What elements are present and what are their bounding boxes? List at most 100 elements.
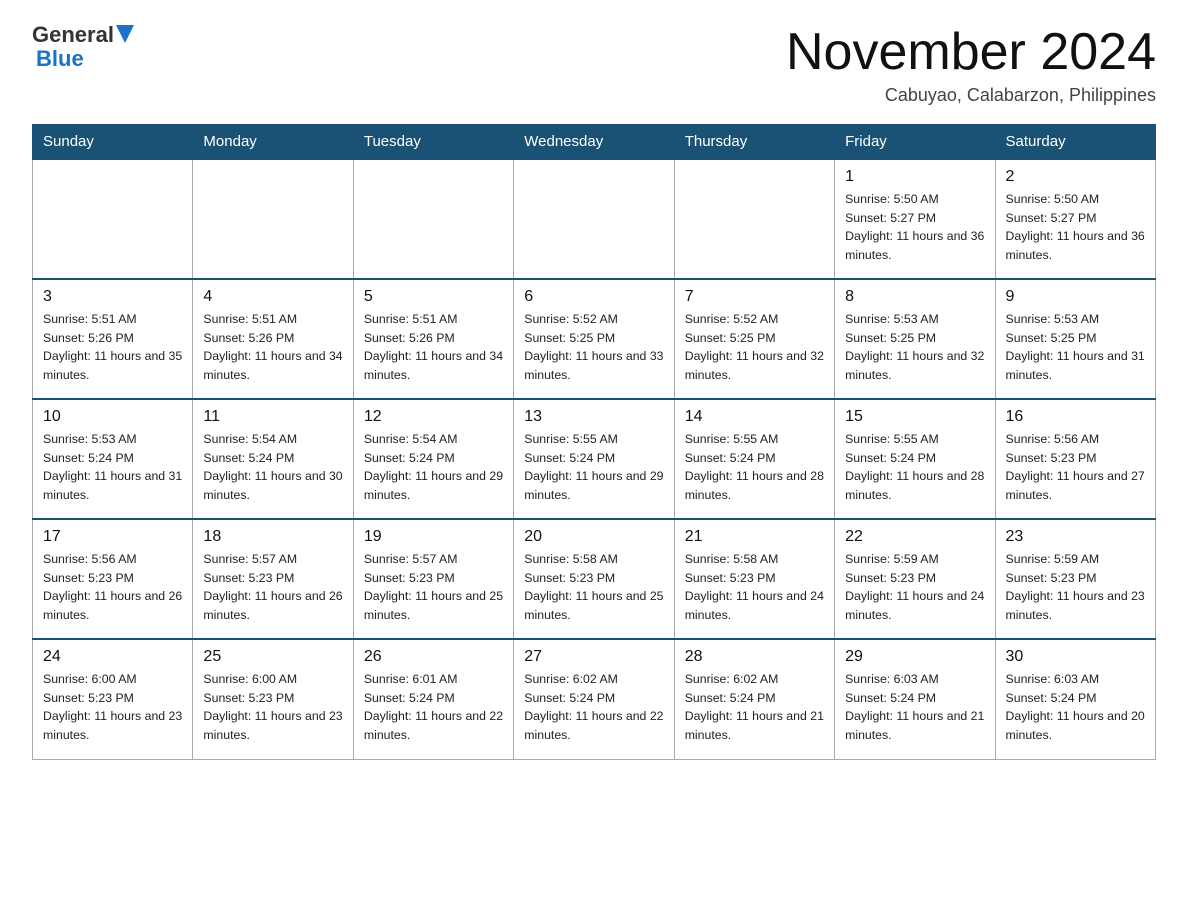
day-number: 3 bbox=[43, 288, 182, 306]
day-cell: 15 Sunrise: 5:55 AM Sunset: 5:24 PM Dayli… bbox=[835, 399, 995, 519]
logo-triangle-icon bbox=[116, 25, 134, 43]
weekday-header-wednesday: Wednesday bbox=[514, 125, 674, 160]
day-number: 11 bbox=[203, 408, 342, 426]
day-info: Sunrise: 6:00 AM Sunset: 5:23 PM Dayligh… bbox=[203, 670, 342, 744]
day-number: 25 bbox=[203, 648, 342, 666]
day-cell: 26 Sunrise: 6:01 AM Sunset: 5:24 PM Dayli… bbox=[353, 639, 513, 759]
day-number: 10 bbox=[43, 408, 182, 426]
day-info: Sunrise: 5:50 AM Sunset: 5:27 PM Dayligh… bbox=[845, 190, 984, 264]
day-cell bbox=[514, 159, 674, 279]
day-cell: 4 Sunrise: 5:51 AM Sunset: 5:26 PM Daylig… bbox=[193, 279, 353, 399]
day-info: Sunrise: 6:01 AM Sunset: 5:24 PM Dayligh… bbox=[364, 670, 503, 744]
weekday-header-friday: Friday bbox=[835, 125, 995, 160]
day-number: 14 bbox=[685, 408, 824, 426]
logo: General Blue bbox=[32, 24, 134, 72]
day-number: 13 bbox=[524, 408, 663, 426]
day-cell: 1 Sunrise: 5:50 AM Sunset: 5:27 PM Daylig… bbox=[835, 159, 995, 279]
day-info: Sunrise: 5:54 AM Sunset: 5:24 PM Dayligh… bbox=[203, 430, 342, 504]
day-cell: 20 Sunrise: 5:58 AM Sunset: 5:23 PM Dayli… bbox=[514, 519, 674, 639]
day-number: 4 bbox=[203, 288, 342, 306]
day-number: 5 bbox=[364, 288, 503, 306]
day-info: Sunrise: 5:53 AM Sunset: 5:25 PM Dayligh… bbox=[845, 310, 984, 384]
day-cell: 27Sunrise: 6:02 AM Sunset: 5:24 PM Dayli… bbox=[514, 639, 674, 759]
day-number: 28 bbox=[685, 648, 824, 666]
day-info: Sunrise: 5:56 AM Sunset: 5:23 PM Dayligh… bbox=[1006, 430, 1145, 504]
day-cell: 16Sunrise: 5:56 AM Sunset: 5:23 PM Dayli… bbox=[995, 399, 1155, 519]
day-cell: 24 Sunrise: 6:00 AM Sunset: 5:23 PM Dayli… bbox=[33, 639, 193, 759]
day-cell bbox=[193, 159, 353, 279]
day-number: 24 bbox=[43, 648, 182, 666]
day-number: 23 bbox=[1006, 528, 1145, 546]
day-cell: 25 Sunrise: 6:00 AM Sunset: 5:23 PM Dayli… bbox=[193, 639, 353, 759]
day-cell: 14 Sunrise: 5:55 AM Sunset: 5:24 PM Dayli… bbox=[674, 399, 834, 519]
day-info: Sunrise: 5:52 AM Sunset: 5:25 PM Dayligh… bbox=[524, 310, 663, 384]
week-row-5: 24 Sunrise: 6:00 AM Sunset: 5:23 PM Dayli… bbox=[33, 639, 1156, 759]
calendar-table: SundayMondayTuesdayWednesdayThursdayFrid… bbox=[32, 124, 1156, 760]
day-info: Sunrise: 5:51 AM Sunset: 5:26 PM Dayligh… bbox=[43, 310, 182, 384]
day-info: Sunrise: 6:02 AM Sunset: 5:24 PM Dayligh… bbox=[524, 670, 663, 744]
day-number: 17 bbox=[43, 528, 182, 546]
day-cell: 9 Sunrise: 5:53 AM Sunset: 5:25 PM Daylig… bbox=[995, 279, 1155, 399]
weekday-header-saturday: Saturday bbox=[995, 125, 1155, 160]
day-cell: 22 Sunrise: 5:59 AM Sunset: 5:23 PM Dayli… bbox=[835, 519, 995, 639]
week-row-4: 17 Sunrise: 5:56 AM Sunset: 5:23 PM Dayli… bbox=[33, 519, 1156, 639]
day-info: Sunrise: 5:59 AM Sunset: 5:23 PM Dayligh… bbox=[1006, 550, 1145, 624]
day-number: 26 bbox=[364, 648, 503, 666]
day-cell: 6 Sunrise: 5:52 AM Sunset: 5:25 PM Daylig… bbox=[514, 279, 674, 399]
day-number: 29 bbox=[845, 648, 984, 666]
day-cell: 8 Sunrise: 5:53 AM Sunset: 5:25 PM Daylig… bbox=[835, 279, 995, 399]
weekday-header-row: SundayMondayTuesdayWednesdayThursdayFrid… bbox=[33, 125, 1156, 160]
day-info: Sunrise: 5:51 AM Sunset: 5:26 PM Dayligh… bbox=[203, 310, 342, 384]
weekday-header-monday: Monday bbox=[193, 125, 353, 160]
day-cell: 5 Sunrise: 5:51 AM Sunset: 5:26 PM Daylig… bbox=[353, 279, 513, 399]
logo-general-text: General bbox=[32, 24, 114, 46]
day-cell: 2Sunrise: 5:50 AM Sunset: 5:27 PM Daylig… bbox=[995, 159, 1155, 279]
day-info: Sunrise: 5:55 AM Sunset: 5:24 PM Dayligh… bbox=[685, 430, 824, 504]
day-number: 6 bbox=[524, 288, 663, 306]
day-cell: 19Sunrise: 5:57 AM Sunset: 5:23 PM Dayli… bbox=[353, 519, 513, 639]
location-title: Cabuyao, Calabarzon, Philippines bbox=[786, 85, 1156, 106]
day-info: Sunrise: 5:55 AM Sunset: 5:24 PM Dayligh… bbox=[845, 430, 984, 504]
day-number: 8 bbox=[845, 288, 984, 306]
weekday-header-tuesday: Tuesday bbox=[353, 125, 513, 160]
day-cell: 28 Sunrise: 6:02 AM Sunset: 5:24 PM Dayli… bbox=[674, 639, 834, 759]
day-number: 9 bbox=[1006, 288, 1145, 306]
day-number: 20 bbox=[524, 528, 663, 546]
day-number: 2 bbox=[1006, 168, 1145, 186]
day-cell: 11 Sunrise: 5:54 AM Sunset: 5:24 PM Dayli… bbox=[193, 399, 353, 519]
week-row-3: 10 Sunrise: 5:53 AM Sunset: 5:24 PM Dayli… bbox=[33, 399, 1156, 519]
day-info: Sunrise: 5:57 AM Sunset: 5:23 PM Dayligh… bbox=[203, 550, 342, 624]
day-cell: 13Sunrise: 5:55 AM Sunset: 5:24 PM Dayli… bbox=[514, 399, 674, 519]
day-info: Sunrise: 5:53 AM Sunset: 5:24 PM Dayligh… bbox=[43, 430, 182, 504]
day-number: 7 bbox=[685, 288, 824, 306]
day-info: Sunrise: 6:00 AM Sunset: 5:23 PM Dayligh… bbox=[43, 670, 182, 744]
week-row-1: 1 Sunrise: 5:50 AM Sunset: 5:27 PM Daylig… bbox=[33, 159, 1156, 279]
weekday-header-sunday: Sunday bbox=[33, 125, 193, 160]
day-cell: 23 Sunrise: 5:59 AM Sunset: 5:23 PM Dayli… bbox=[995, 519, 1155, 639]
day-info: Sunrise: 5:58 AM Sunset: 5:23 PM Dayligh… bbox=[524, 550, 663, 624]
day-number: 19 bbox=[364, 528, 503, 546]
day-number: 22 bbox=[845, 528, 984, 546]
day-info: Sunrise: 5:52 AM Sunset: 5:25 PM Dayligh… bbox=[685, 310, 824, 384]
day-number: 21 bbox=[685, 528, 824, 546]
day-info: Sunrise: 6:03 AM Sunset: 5:24 PM Dayligh… bbox=[1006, 670, 1145, 744]
day-cell: 30Sunrise: 6:03 AM Sunset: 5:24 PM Dayli… bbox=[995, 639, 1155, 759]
week-row-2: 3 Sunrise: 5:51 AM Sunset: 5:26 PM Daylig… bbox=[33, 279, 1156, 399]
day-cell: 17 Sunrise: 5:56 AM Sunset: 5:23 PM Dayli… bbox=[33, 519, 193, 639]
logo-blue-text: Blue bbox=[36, 46, 84, 72]
day-number: 1 bbox=[845, 168, 984, 186]
day-info: Sunrise: 5:56 AM Sunset: 5:23 PM Dayligh… bbox=[43, 550, 182, 624]
day-info: Sunrise: 5:59 AM Sunset: 5:23 PM Dayligh… bbox=[845, 550, 984, 624]
day-info: Sunrise: 5:54 AM Sunset: 5:24 PM Dayligh… bbox=[364, 430, 503, 504]
day-cell: 3 Sunrise: 5:51 AM Sunset: 5:26 PM Daylig… bbox=[33, 279, 193, 399]
day-info: Sunrise: 6:03 AM Sunset: 5:24 PM Dayligh… bbox=[845, 670, 984, 744]
day-number: 15 bbox=[845, 408, 984, 426]
day-cell: 10 Sunrise: 5:53 AM Sunset: 5:24 PM Dayli… bbox=[33, 399, 193, 519]
day-info: Sunrise: 5:51 AM Sunset: 5:26 PM Dayligh… bbox=[364, 310, 503, 384]
day-info: Sunrise: 6:02 AM Sunset: 5:24 PM Dayligh… bbox=[685, 670, 824, 744]
day-cell bbox=[33, 159, 193, 279]
day-number: 18 bbox=[203, 528, 342, 546]
day-cell bbox=[674, 159, 834, 279]
day-cell: 7 Sunrise: 5:52 AM Sunset: 5:25 PM Daylig… bbox=[674, 279, 834, 399]
day-info: Sunrise: 5:53 AM Sunset: 5:25 PM Dayligh… bbox=[1006, 310, 1145, 384]
